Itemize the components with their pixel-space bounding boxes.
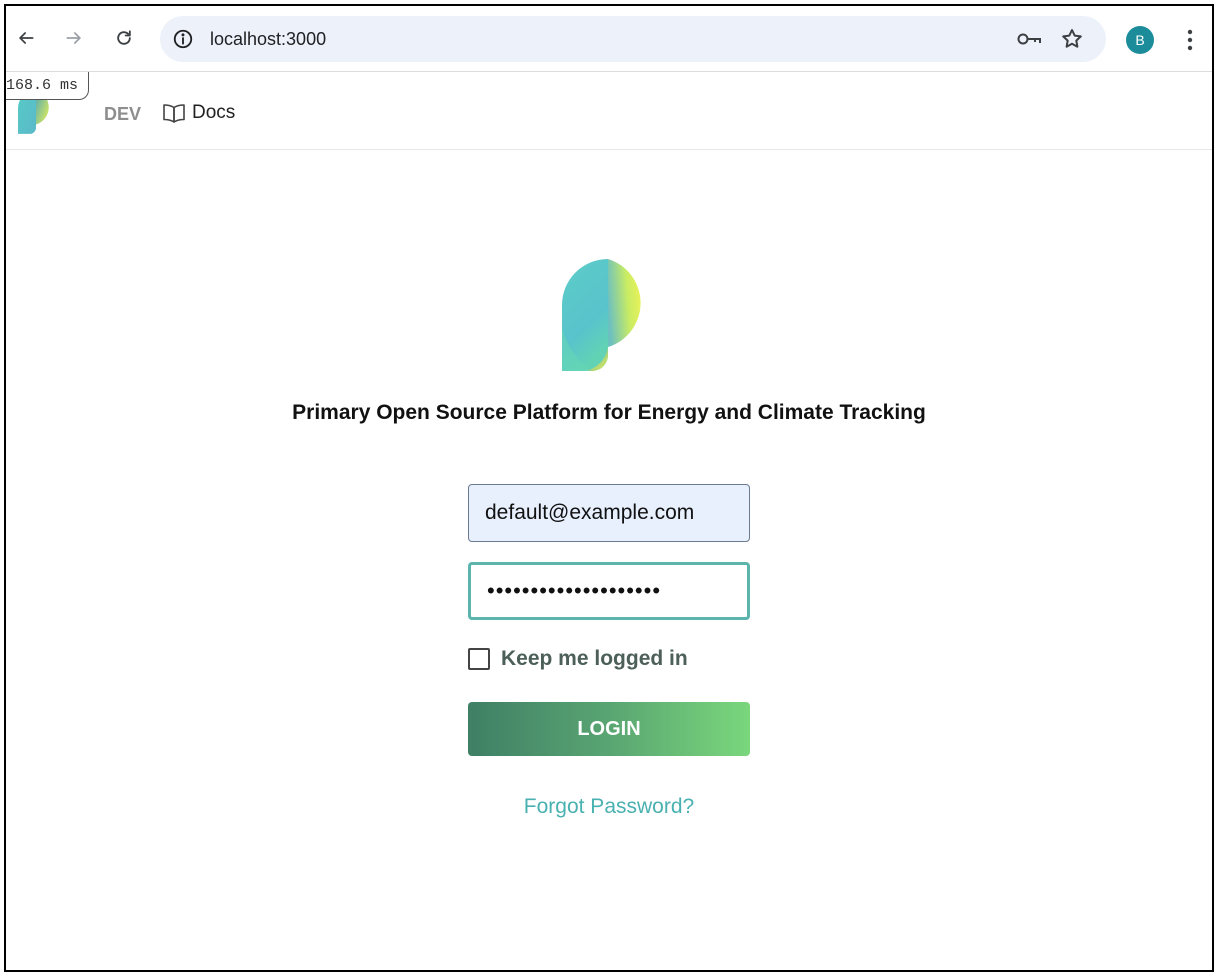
remember-me-checkbox[interactable] [468, 648, 490, 670]
book-icon [163, 104, 185, 123]
more-menu-icon[interactable] [1178, 26, 1202, 54]
login-button[interactable]: LOGIN [468, 702, 750, 756]
render-timing-badge: 168.6 ms [6, 72, 90, 100]
back-arrow-icon [19, 32, 34, 44]
back-button[interactable] [10, 22, 42, 54]
browser-window: localhost:3000 B 168.6 ms DEV Docs Prima… [4, 4, 1214, 972]
page-tagline: Primary Open Source Platform for Energy … [292, 401, 926, 424]
site-info-icon[interactable] [172, 28, 194, 50]
address-bar[interactable]: localhost:3000 [160, 16, 1106, 62]
forward-button[interactable] [58, 22, 90, 54]
remember-me-toggle[interactable]: Keep me logged in [468, 647, 688, 671]
login-page: Primary Open Source Platform for Energy … [6, 151, 1212, 970]
forgot-password-link[interactable]: Forgot Password? [6, 795, 1212, 819]
profile-avatar[interactable]: B [1126, 26, 1154, 54]
email-field[interactable]: default@example.com [468, 484, 750, 542]
browser-toolbar: localhost:3000 B [6, 6, 1212, 72]
app-header: DEV Docs [6, 72, 1212, 150]
reload-icon [117, 30, 131, 45]
environment-label: DEV [104, 104, 142, 124]
docs-link[interactable]: Docs [162, 102, 235, 124]
brand-logo [562, 259, 641, 371]
bookmark-star-icon[interactable] [1060, 27, 1084, 51]
password-field[interactable]: •••••••••••••••••••• [468, 562, 750, 620]
docs-label: Docs [192, 102, 236, 123]
reload-button[interactable] [108, 22, 140, 54]
forward-arrow-icon [66, 32, 81, 44]
password-key-icon[interactable] [1016, 28, 1042, 50]
url-text[interactable]: localhost:3000 [210, 29, 326, 50]
remember-me-label[interactable]: Keep me logged in [501, 647, 688, 671]
